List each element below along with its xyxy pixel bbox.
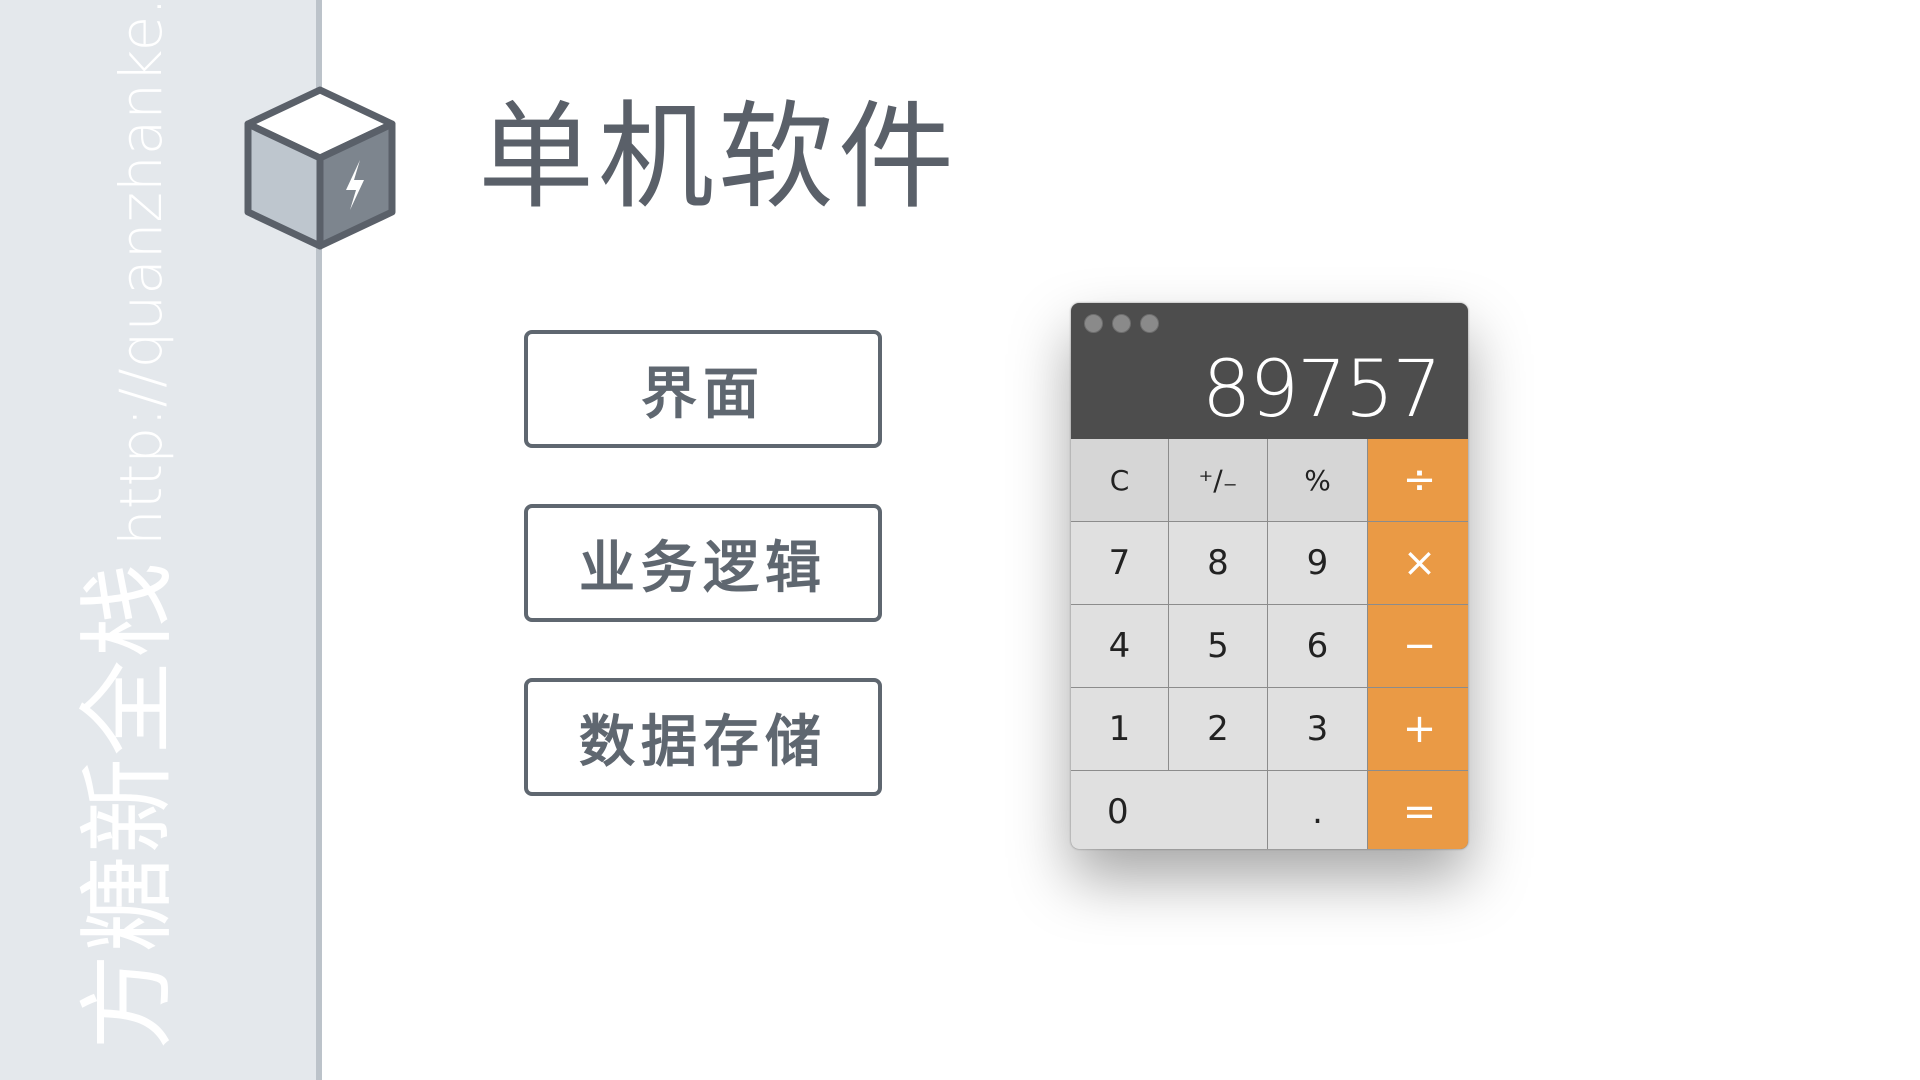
layer-ui-box: 界面 [524,330,882,448]
calculator-display: 89757 [1201,345,1442,435]
zoom-window-button[interactable] [1140,314,1159,333]
percent-key[interactable]: % [1268,439,1367,521]
digit-4-key[interactable]: 4 [1071,605,1168,687]
calculator-keypad: C ⁺∕₋ % ÷ 7 8 9 × 4 5 6 − 1 2 3 + 0 . = [1071,439,1468,849]
brand-name: 方糖新全栈 [72,560,184,1050]
digit-5-key[interactable]: 5 [1169,605,1267,687]
digit-1-key[interactable]: 1 [1071,688,1168,770]
multiply-key[interactable]: × [1368,522,1468,604]
digit-2-key[interactable]: 2 [1169,688,1267,770]
calculator-titlebar[interactable] [1071,303,1468,343]
layer-data-storage-box: 数据存储 [524,678,882,796]
digit-8-key[interactable]: 8 [1169,522,1267,604]
decimal-point-key[interactable]: . [1268,771,1367,849]
digit-6-key[interactable]: 6 [1268,605,1367,687]
close-window-button[interactable] [1084,314,1103,333]
brand-url: http://quanzhanke.com [107,0,175,546]
digit-7-key[interactable]: 7 [1071,522,1168,604]
divide-key[interactable]: ÷ [1368,439,1468,521]
digit-0-key[interactable]: 0 [1071,771,1267,849]
add-key[interactable]: + [1368,688,1468,770]
clear-key[interactable]: C [1071,439,1168,521]
digit-3-key[interactable]: 3 [1268,688,1367,770]
calculator-window: 89757 C ⁺∕₋ % ÷ 7 8 9 × 4 5 6 − 1 2 3 + … [1071,303,1468,849]
digit-9-key[interactable]: 9 [1268,522,1367,604]
sign-toggle-key[interactable]: ⁺∕₋ [1169,439,1267,521]
subtract-key[interactable]: − [1368,605,1468,687]
layer-business-logic-box: 业务逻辑 [524,504,882,622]
equals-key[interactable]: = [1368,771,1468,849]
sidebar-vertical-branding: 方糖新全栈 http://quanzhanke.com [50,0,189,1050]
minimize-window-button[interactable] [1112,314,1131,333]
page-title: 单机软件 [478,90,958,225]
cube-lightning-icon [244,86,396,250]
